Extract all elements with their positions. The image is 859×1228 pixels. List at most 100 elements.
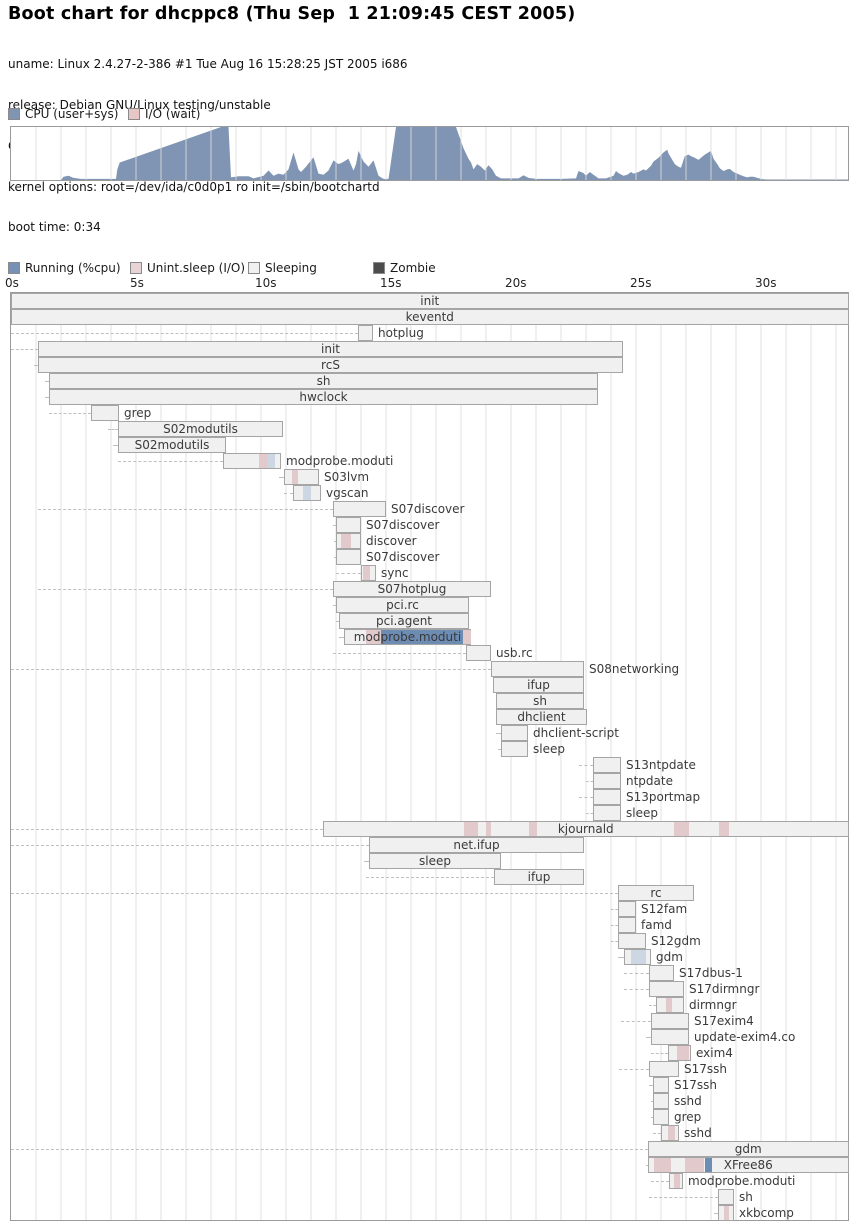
legend-label: CPU (user+sys) bbox=[25, 107, 118, 121]
legend-item: CPU (user+sys) bbox=[8, 107, 118, 121]
process-label: sync bbox=[381, 566, 409, 580]
process-state-legend: Running (%cpu)Unint.sleep (I/O)SleepingZ… bbox=[0, 261, 859, 273]
process-label: pci.agent bbox=[339, 614, 469, 628]
axis-tick-label: 5s bbox=[130, 276, 144, 290]
process-label: init bbox=[38, 342, 623, 356]
process-label: usb.rc bbox=[496, 646, 533, 660]
process-label: ntpdate bbox=[626, 774, 673, 788]
process-label: S13portmap bbox=[626, 790, 700, 804]
process-bar bbox=[618, 901, 636, 917]
process-bar bbox=[593, 789, 621, 805]
process-bar bbox=[593, 805, 621, 821]
legend-item: Sleeping bbox=[248, 261, 317, 275]
io-wait-segment bbox=[292, 470, 298, 484]
process-gantt-chart: initkeventdhotpluginitrcSshhwclockgrepS0… bbox=[10, 292, 849, 1221]
process-tree-connector bbox=[624, 989, 649, 990]
process-label: S07discover bbox=[366, 550, 439, 564]
process-bar bbox=[284, 469, 319, 485]
legend-swatch-icon bbox=[8, 262, 20, 274]
process-label: sleep bbox=[626, 806, 658, 820]
process-bar bbox=[593, 757, 621, 773]
process-bar bbox=[501, 741, 528, 757]
process-label: S02modutils bbox=[118, 422, 283, 436]
process-tree-connector bbox=[284, 493, 293, 494]
boot-time-line: boot time: 0:34 bbox=[8, 221, 575, 235]
cpu-area-plot bbox=[11, 127, 848, 180]
process-tree-connector bbox=[333, 653, 466, 654]
process-bar bbox=[501, 725, 528, 741]
legend-item: I/O (wait) bbox=[128, 107, 200, 121]
legend-item: Running (%cpu) bbox=[8, 261, 121, 275]
process-label: S03lvm bbox=[324, 470, 369, 484]
process-bar bbox=[624, 949, 651, 965]
process-tree-connector bbox=[653, 1133, 661, 1134]
process-label: sh bbox=[496, 694, 584, 708]
process-label: XFree86 bbox=[648, 1158, 849, 1172]
sleeping-segment bbox=[303, 486, 311, 500]
process-tree-connector bbox=[118, 461, 223, 462]
process-label: S08networking bbox=[589, 662, 679, 676]
process-label: dhclient bbox=[496, 710, 587, 724]
bootchart-page: { "header": { "title": "Boot chart for d… bbox=[0, 0, 859, 1228]
process-label: sh bbox=[739, 1190, 753, 1204]
process-label: S17ssh bbox=[684, 1062, 727, 1076]
legend-label: Zombie bbox=[390, 261, 436, 275]
io-wait-segment bbox=[724, 1206, 729, 1220]
legend-label: Running (%cpu) bbox=[25, 261, 121, 275]
process-tree-connector bbox=[11, 349, 38, 350]
process-bar bbox=[466, 645, 491, 661]
process-bar bbox=[653, 1077, 669, 1093]
legend-label: Sleeping bbox=[265, 261, 317, 275]
process-label: modprobe.moduti bbox=[286, 454, 393, 468]
process-bar bbox=[491, 661, 584, 677]
axis-tick-label: 30s bbox=[755, 276, 777, 290]
process-tree-connector bbox=[611, 925, 618, 926]
cpu-legend: CPU (user+sys) I/O (wait) bbox=[0, 107, 859, 119]
process-label: S07discover bbox=[366, 518, 439, 532]
process-label: vgscan bbox=[326, 486, 369, 500]
process-label: S17ssh bbox=[674, 1078, 717, 1092]
axis-tick-label: 10s bbox=[255, 276, 277, 290]
process-label: sshd bbox=[674, 1094, 702, 1108]
process-label: S02modutils bbox=[118, 438, 226, 452]
process-label: discover bbox=[366, 534, 417, 548]
process-label: famd bbox=[641, 918, 672, 932]
cpu-usage-chart bbox=[10, 126, 849, 181]
process-bar bbox=[649, 965, 674, 981]
process-label: ifup bbox=[494, 870, 584, 884]
process-bar bbox=[336, 549, 361, 565]
process-bar bbox=[649, 981, 684, 997]
kernel-options-line: kernel options: root=/dev/ida/c0d0p1 ro … bbox=[8, 181, 575, 195]
process-bar bbox=[618, 933, 646, 949]
io-wait-segment bbox=[668, 1126, 675, 1140]
process-bar bbox=[718, 1205, 734, 1221]
process-label: S07discover bbox=[391, 502, 464, 516]
process-tree-connector bbox=[651, 1053, 668, 1054]
process-label: S17exim4 bbox=[694, 1014, 754, 1028]
process-bar bbox=[593, 773, 621, 789]
sleeping-segment bbox=[267, 454, 275, 468]
process-label: gdm bbox=[648, 1142, 849, 1156]
process-label: S12fam bbox=[641, 902, 687, 916]
process-tree-connector bbox=[579, 797, 593, 798]
process-tree-connector bbox=[624, 973, 649, 974]
legend-item: Zombie bbox=[373, 261, 436, 275]
process-bar bbox=[668, 1045, 691, 1061]
process-label: rc bbox=[618, 886, 694, 900]
process-bar bbox=[653, 1109, 669, 1125]
process-label: grep bbox=[674, 1110, 701, 1124]
page-title: Boot chart for dhcppc8 (Thu Sep 1 21:09:… bbox=[8, 4, 575, 24]
axis-tick-label: 0s bbox=[5, 276, 19, 290]
process-label: net.ifup bbox=[369, 838, 584, 852]
io-wait-segment bbox=[677, 1046, 689, 1060]
process-bar bbox=[336, 533, 361, 549]
io-wait-segment bbox=[666, 998, 672, 1012]
process-label: sh bbox=[49, 374, 598, 388]
process-tree-connector bbox=[11, 893, 618, 894]
process-label: init bbox=[11, 294, 849, 308]
legend-swatch-icon bbox=[130, 262, 142, 274]
process-label: dhclient-script bbox=[533, 726, 619, 740]
process-tree-connector bbox=[619, 1069, 649, 1070]
process-bar bbox=[669, 1173, 683, 1189]
process-bar bbox=[223, 453, 281, 469]
